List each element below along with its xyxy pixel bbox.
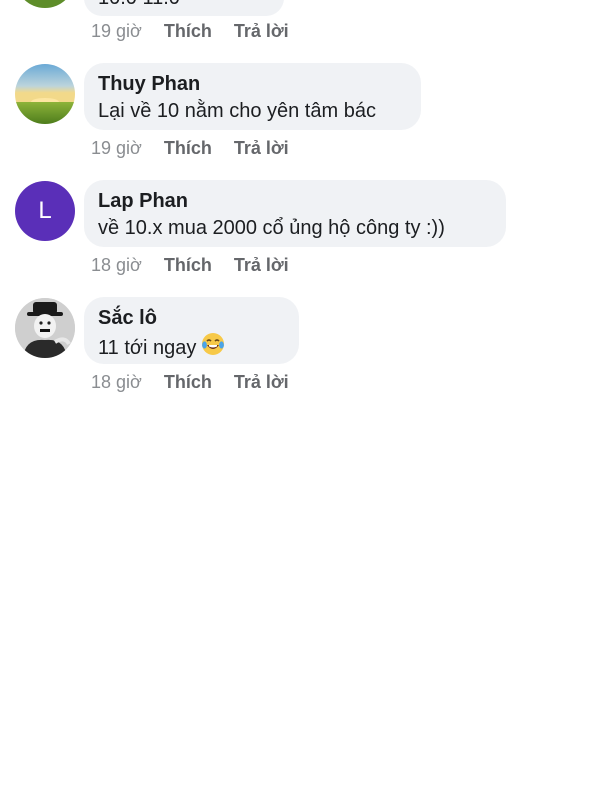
reply-button[interactable]: Trả lời (234, 21, 289, 41)
comment-bubble: Sắc lô 11 tới ngay (84, 297, 299, 364)
comment-bubble: Lap Phan về 10.x mua 2000 cổ ủng hộ công… (84, 180, 506, 247)
like-button[interactable]: Thích (164, 255, 212, 275)
comment-meta: 18 giờ Thích Trả lời (91, 254, 289, 276)
comment-meta: 18 giờ Thích Trả lời (91, 371, 289, 393)
comment-text: 11 tới ngay (98, 337, 197, 359)
like-button[interactable]: Thích (164, 138, 212, 158)
laughing-tears-emoji-icon (200, 331, 226, 365)
comment-time: 18 giờ (91, 255, 142, 275)
avatar-letter: L (38, 197, 52, 224)
like-button[interactable]: Thích (164, 372, 212, 392)
comment-time: 19 giờ (91, 138, 142, 158)
comment-author[interactable]: Lap Phan (98, 188, 492, 214)
like-button[interactable]: Thích (164, 21, 212, 41)
reply-button[interactable]: Trả lời (234, 138, 289, 158)
chaplin-avatar-icon (15, 298, 75, 358)
landscape-avatar-icon (15, 64, 75, 124)
comment-meta: 19 giờ Thích Trả lời (91, 20, 289, 42)
comment-bubble: 10.0 11.0 (84, 0, 284, 16)
comment-author[interactable]: Sắc lô (98, 305, 285, 331)
comment-text: 10.0 11.0 (98, 0, 180, 12)
comment-text: Lại về 10 nằm cho yên tâm bác (98, 100, 376, 122)
avatar[interactable] (15, 64, 75, 124)
comments-page: 10.0 11.0 19 giờ Thích Trả lời (0, 0, 600, 800)
comment-time: 19 giờ (91, 21, 142, 41)
avatar[interactable] (15, 0, 75, 8)
comment-author[interactable]: Thuy Phan (98, 71, 407, 97)
comment-time: 18 giờ (91, 372, 142, 392)
avatar[interactable] (15, 298, 75, 358)
comment-text-line: 11 tới ngay (98, 331, 285, 365)
comment-meta: 19 giờ Thích Trả lời (91, 137, 289, 159)
comment-text: về 10.x mua 2000 cổ ủng hộ công ty :)) (98, 217, 445, 239)
reply-button[interactable]: Trả lời (234, 372, 289, 392)
reply-button[interactable]: Trả lời (234, 255, 289, 275)
avatar[interactable]: L (15, 181, 75, 241)
comment-bubble: Thuy Phan Lại về 10 nằm cho yên tâm bác (84, 63, 421, 130)
